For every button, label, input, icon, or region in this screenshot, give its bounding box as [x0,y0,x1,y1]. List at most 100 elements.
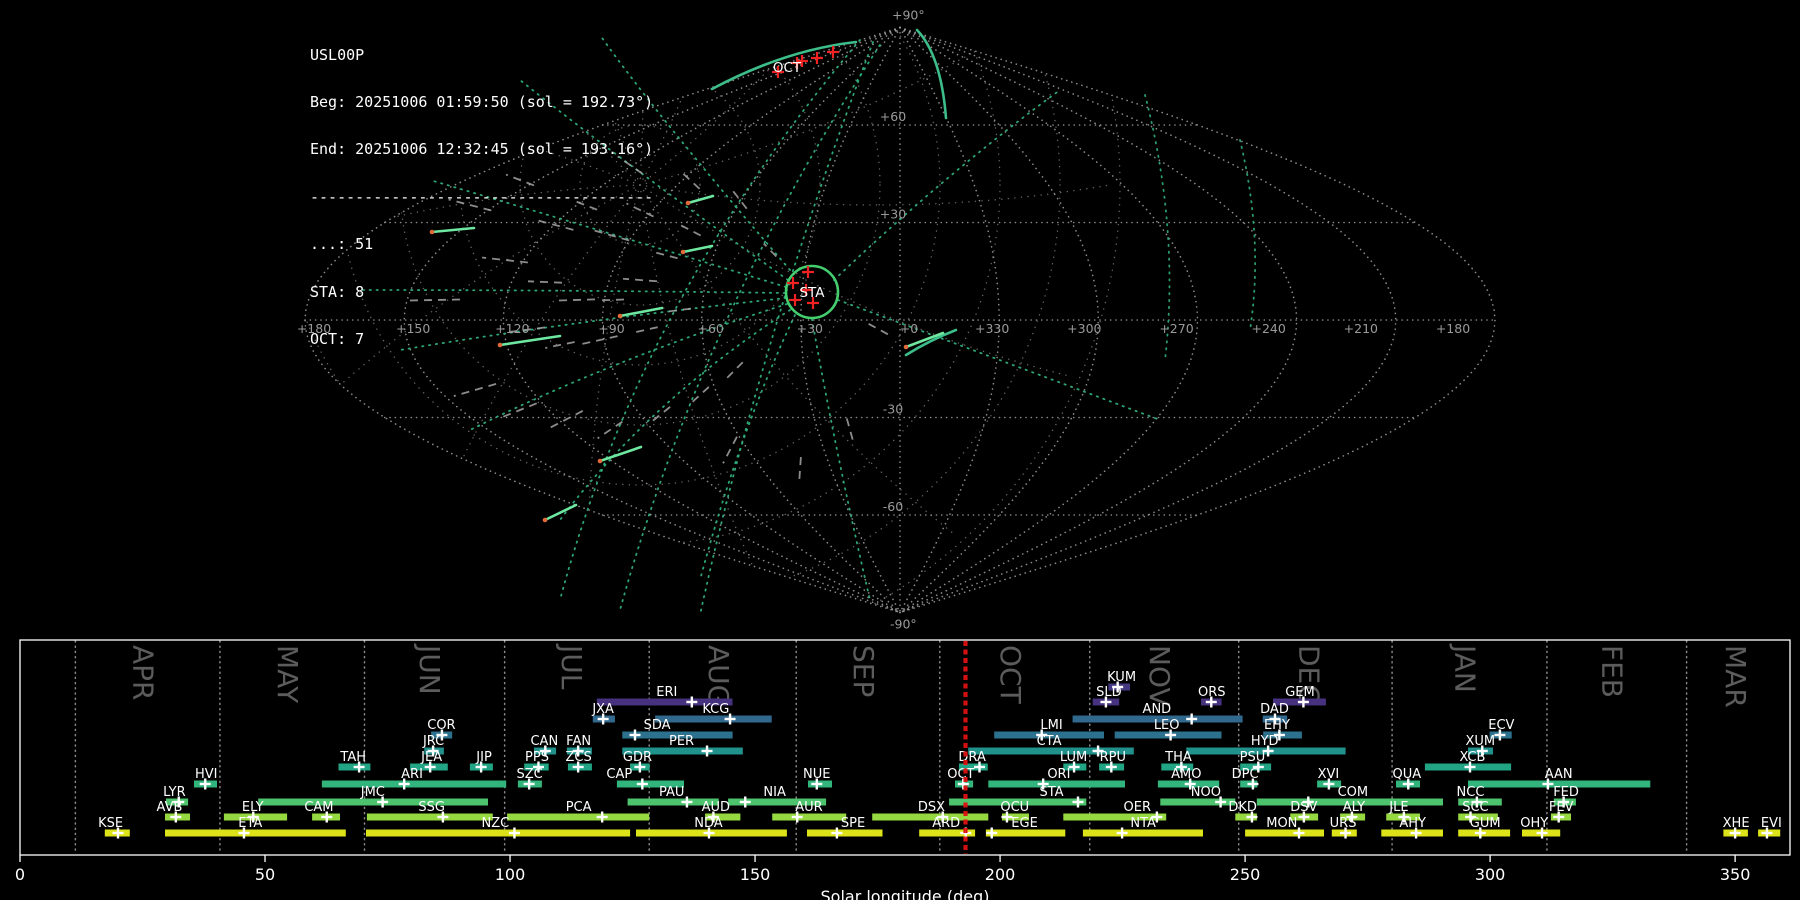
shower-code-label: KCG [702,702,729,717]
shower-code-label: PCA [566,800,592,815]
shower-code-label: CTA [1037,734,1062,749]
longitude-label: +300 [1067,321,1101,336]
longitude-label: +0 [900,321,918,336]
shower-code-label: SPE [841,816,865,831]
shower-code-label: EHY [1264,718,1290,733]
begin-time-line: Beg: 20251006 01:59:50 (sol = 192.73°) [310,92,654,111]
shower-code-label: GEM [1285,685,1315,700]
shower-code-label: KUM [1107,670,1136,685]
shower-entry: NUE [803,767,832,790]
shower-code-label: JRC [422,734,444,749]
count-sporadic: ...: 51 [310,235,374,254]
shower-code-label: ORI [1047,767,1070,782]
shower-code-label: CAN [530,734,558,749]
shower-code-label: DKD [1228,800,1257,815]
shower-entry: URS [1330,816,1357,839]
shower-code-label: AUR [795,800,822,815]
shower-code-label: ECV [1488,718,1514,733]
month-label: AUG [702,645,735,706]
latitude-label: +60 [880,109,906,124]
shower-code-label: RPU [1100,750,1126,765]
meteor-trail [722,436,738,464]
shower-code-label: JIP [475,750,492,765]
month-label: OCT [994,645,1027,705]
shower-entry: DPC [1232,767,1259,790]
shower-code-label: NIA [763,785,786,800]
longitude-label: +210 [1344,321,1378,336]
shower-code-label: JEA [420,750,442,765]
shower-code-label: SCC [1462,800,1488,815]
oblique-grid-radial [639,27,786,186]
meteor-begin-dot [542,517,548,523]
shower-code-label: LMI [1040,718,1062,733]
shower-code-label: MON [1266,816,1297,831]
shower-code-label: DPC [1232,767,1259,782]
shower-code-label: ETA [238,816,262,831]
shower-code-label: AUD [702,800,730,815]
shower-code-label: OER [1124,800,1151,815]
meteor-segment [686,194,715,205]
shower-code-label: LUM [1060,750,1087,765]
month-label: MAR [1719,645,1752,708]
shower-code-label: HYD [1251,734,1279,749]
meteor-segment [598,445,643,463]
shower-code-label: QUA [1392,767,1421,782]
shower-code-label: AVB [157,800,183,815]
shower-entry: DKD [1228,800,1258,823]
axis-tick-label: 100 [495,865,526,884]
shower-code-label: KSE [98,816,123,831]
shower-code-label: FEV [1549,800,1574,815]
shower-code-label: OCU [1000,800,1029,815]
count-oct: OCT: 7 [310,329,365,348]
shower-code-label: PPS [525,750,549,765]
shower-code-label: FED [1553,785,1579,800]
meteor-trail [690,386,710,404]
month-label: JAN [1449,643,1482,693]
meteor-trail [649,406,671,424]
latitude-label: -30 [883,402,903,417]
shower-code-label: SLD [1096,685,1122,700]
shower-entry: JXA [591,702,615,725]
x-axis-title: Solar longitude (deg) [821,887,990,900]
shower-entry: QUA [1392,767,1421,790]
meteor-observation-screen: USL00P Beg: 20251006 01:59:50 (sol = 192… [0,0,1800,900]
shower-code-label: ARD [932,816,960,831]
shower-code-label: JXA [591,702,614,717]
axis-tick-label: 200 [985,865,1016,884]
shower-code-label: NZC [481,816,509,831]
longitude-label: +240 [1251,321,1285,336]
shower-code-label: AND [1143,702,1172,717]
end-time-line: End: 20251006 12:32:45 (sol = 193.16°) [310,140,654,159]
shower-code-label: CAP [606,767,632,782]
meteor-trail [763,242,777,258]
shower-code-label: AHY [1399,816,1426,831]
oblique-grid-radial [639,184,786,613]
shower-code-label: ERI [656,685,677,700]
month-label: FEB [1596,645,1629,698]
shower-entry: RPU [1099,750,1126,773]
shower-code-label: XCB [1459,750,1485,765]
separator-line: -------------------------------------- [310,187,654,206]
shower-track-line [811,318,871,601]
observation-header: USL00P Beg: 20251006 01:59:50 (sol = 192… [310,16,653,379]
shower-code-label: CAM [304,800,333,815]
count-sta: STA: 8 [310,282,365,301]
meteor-trail [597,420,623,440]
shower-code-label: DAD [1260,702,1289,717]
shower-code-label: URS [1330,816,1357,831]
shower-code-label: XHE [1723,816,1750,831]
shower-entry: EGE [985,816,1066,839]
shower-entry: HVI [194,767,217,790]
longitude-label: +30 [797,321,823,336]
meteor-segment [681,244,714,254]
latitude-label: -60 [883,499,903,514]
station-code: USL00P [310,45,365,64]
meteor-trail [668,307,692,313]
activity-timeline: APR MAY JUN JUL AUG SEP OCT NOV DEC JAN FEB MARKUME… [15,639,1791,900]
shower-code-label: STA [1039,785,1063,800]
shower-entry: JMC [258,785,488,808]
shower-code-label: EGE [1011,816,1038,831]
shower-code-label: EVI [1761,816,1782,831]
meteor-trail [868,322,892,338]
longitude-label: +180 [1436,321,1470,336]
